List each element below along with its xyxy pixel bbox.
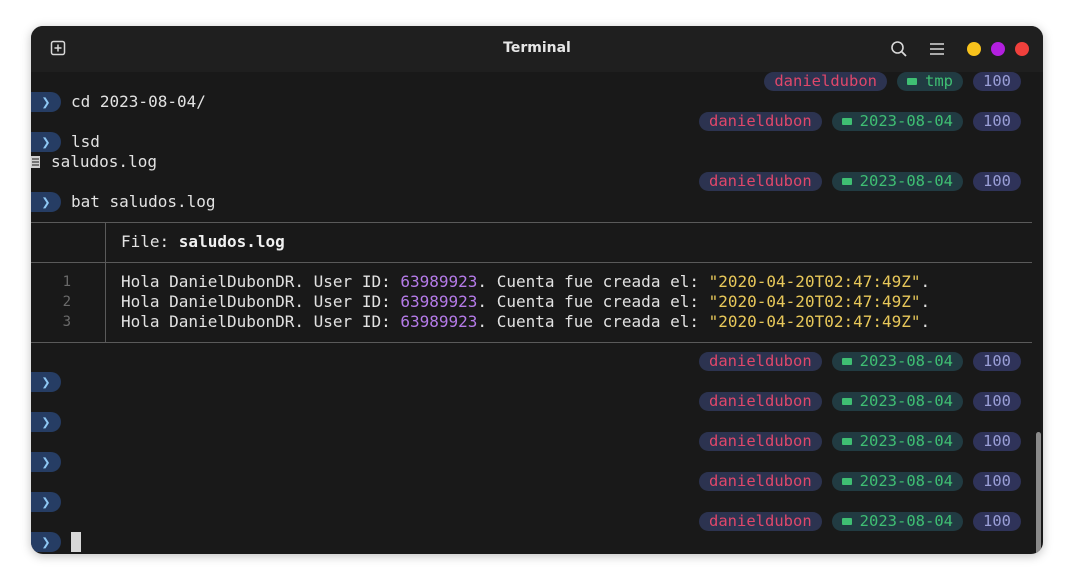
right-prompt: danieldubon 2023-08-04 100: [699, 512, 1021, 532]
prompt-user: danieldubon: [699, 392, 822, 411]
prompt-directory: 2023-08-04: [831, 112, 963, 131]
line-number: 1: [62, 274, 71, 290]
bat-border-top: [31, 222, 1032, 223]
prompt-exit-code: 100: [973, 392, 1021, 411]
prompt-exit-code: 100: [973, 72, 1021, 91]
right-prompt: danieldubon 2023-08-04 100: [699, 172, 1021, 192]
line-number: 3: [62, 314, 71, 330]
file-icon: [31, 156, 40, 168]
right-prompt: danieldubon tmp 100: [764, 72, 1021, 92]
code-line: Hola DanielDubonDR. User ID: 63989923. C…: [121, 272, 931, 291]
right-prompt: danieldubon 2023-08-04 100: [699, 392, 1021, 412]
prompt-exit-code: 100: [973, 472, 1021, 491]
prompt-directory: 2023-08-04: [831, 352, 963, 371]
bat-gutter-line: [105, 222, 106, 343]
bat-file-header: File: saludos.log: [121, 232, 285, 251]
title-bar: Terminal: [31, 26, 1043, 72]
chevron-right-icon: ❯: [31, 132, 61, 152]
prompt-directory: 2023-08-04: [831, 472, 963, 491]
minimize-button[interactable]: [967, 42, 981, 56]
folder-icon: [841, 438, 852, 445]
prompt-directory: tmp: [897, 72, 963, 91]
command-line: bat saludos.log: [71, 192, 216, 211]
right-prompt: danieldubon 2023-08-04 100: [699, 352, 1021, 372]
prompt-exit-code: 100: [973, 112, 1021, 131]
prompt-exit-code: 100: [973, 352, 1021, 371]
prompt-user: danieldubon: [699, 112, 822, 131]
prompt-directory: 2023-08-04: [831, 172, 963, 191]
terminal-content[interactable]: danieldubon tmp 100 ❯ cd 2023-08-04/ dan…: [31, 72, 1043, 554]
text-cursor[interactable]: [71, 532, 81, 552]
folder-icon: [841, 478, 852, 485]
folder-icon: [841, 358, 852, 365]
folder-icon: [841, 178, 852, 185]
folder-icon: [841, 518, 852, 525]
close-button[interactable]: [1015, 42, 1029, 56]
chevron-right-icon: ❯: [31, 532, 61, 552]
prompt-user: danieldubon: [764, 72, 887, 91]
prompt-user: danieldubon: [699, 472, 822, 491]
right-prompt: danieldubon 2023-08-04 100: [699, 472, 1021, 492]
hamburger-menu-icon[interactable]: [928, 40, 946, 58]
folder-icon: [841, 398, 852, 405]
chevron-right-icon: ❯: [31, 372, 61, 392]
code-line: Hola DanielDubonDR. User ID: 63989923. C…: [121, 292, 931, 311]
prompt-directory: 2023-08-04: [831, 432, 963, 451]
prompt-exit-code: 100: [973, 512, 1021, 531]
prompt-user: danieldubon: [699, 352, 822, 371]
command-line: lsd: [71, 132, 100, 151]
scrollbar[interactable]: [1036, 432, 1041, 554]
prompt-user: danieldubon: [699, 172, 822, 191]
lsd-output: saludos.log: [51, 152, 157, 171]
chevron-right-icon: ❯: [31, 92, 61, 112]
prompt-exit-code: 100: [973, 172, 1021, 191]
prompt-directory: 2023-08-04: [831, 392, 963, 411]
chevron-right-icon: ❯: [31, 192, 61, 212]
chevron-right-icon: ❯: [31, 452, 61, 472]
prompt-exit-code: 100: [973, 432, 1021, 451]
search-icon[interactable]: [890, 40, 908, 58]
bat-border-bottom: [31, 342, 1032, 343]
line-number: 2: [62, 294, 71, 310]
right-prompt: danieldubon 2023-08-04 100: [699, 432, 1021, 452]
folder-icon: [907, 78, 917, 85]
prompt-user: danieldubon: [699, 512, 822, 531]
maximize-button[interactable]: [991, 42, 1005, 56]
prompt-user: danieldubon: [699, 432, 822, 451]
command-line: cd 2023-08-04/: [71, 92, 206, 111]
chevron-right-icon: ❯: [31, 492, 61, 512]
code-line: Hola DanielDubonDR. User ID: 63989923. C…: [121, 312, 931, 331]
folder-icon: [841, 118, 852, 125]
bat-header-divider: [31, 262, 1032, 263]
chevron-right-icon: ❯: [31, 412, 61, 432]
right-prompt: danieldubon 2023-08-04 100: [699, 112, 1021, 132]
terminal-window: Terminal danieldubon tmp 100 ❯ cd 2023-0…: [31, 26, 1043, 554]
prompt-directory: 2023-08-04: [831, 512, 963, 531]
